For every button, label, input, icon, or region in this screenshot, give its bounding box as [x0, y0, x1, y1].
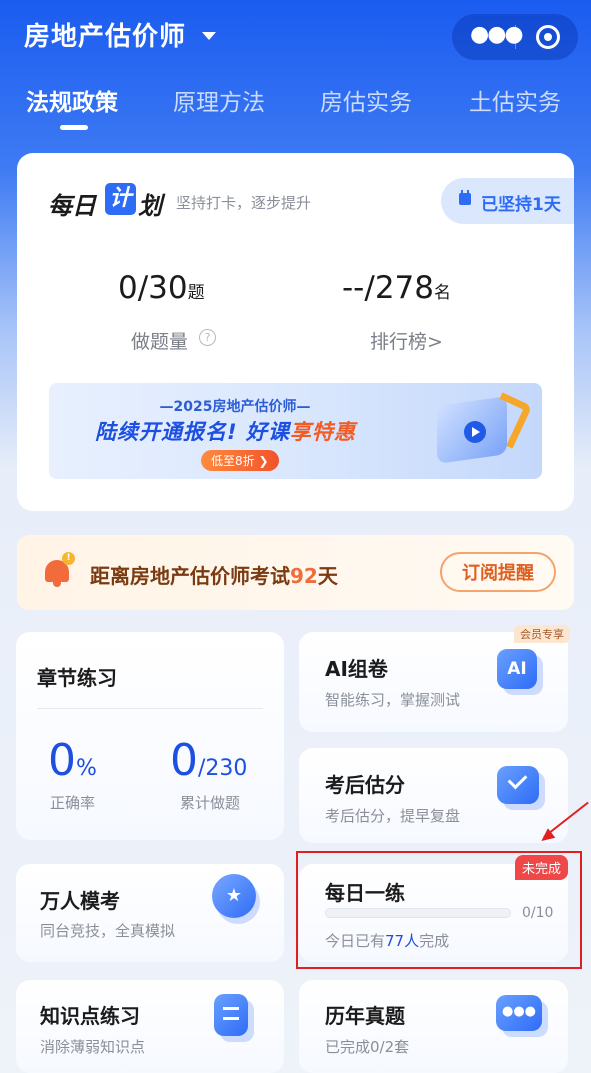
ai-paper-subtitle: 智能练习，掌握测试	[325, 691, 461, 709]
score-estimate-title: 考后估分	[325, 773, 405, 797]
member-only-badge: 会员专享	[514, 625, 570, 643]
cumulative-done-label: 累计做题	[180, 794, 241, 812]
tab-regulations[interactable]: 法规政策	[26, 83, 118, 117]
accuracy-value: 0%	[48, 735, 97, 786]
questions-done-number: 0/30	[118, 270, 188, 306]
countdown-days: 92	[290, 564, 318, 588]
checklist-icon	[497, 766, 539, 804]
chevron-down-icon[interactable]	[202, 32, 216, 40]
streak-badge[interactable]: 已坚持1天	[441, 178, 574, 224]
accuracy-unit: %	[76, 756, 97, 781]
plan-title-part: 划	[138, 192, 162, 220]
accuracy-label: 正确率	[50, 794, 96, 812]
rank-value[interactable]: --/278名	[342, 270, 451, 306]
tab-principles[interactable]: 原理方法	[173, 83, 265, 117]
banner-slogan-highlight: 享特惠	[289, 420, 356, 444]
plan-subtitle: 坚持打卡，逐步提升	[176, 194, 312, 212]
capsule-divider	[515, 25, 516, 49]
past-papers-title: 历年真题	[325, 1004, 405, 1028]
chat-bubble-icon: ●●●	[496, 995, 542, 1031]
subscribe-reminder-button[interactable]: 订阅提醒	[440, 552, 556, 592]
medal-icon: ★	[212, 874, 256, 918]
rank-unit: 名	[434, 283, 451, 303]
more-dots-icon[interactable]: ●●●	[470, 22, 524, 47]
mini-program-capsule: ●●●	[452, 14, 578, 60]
questions-done-unit: 题	[187, 283, 205, 303]
help-icon[interactable]: ?	[199, 329, 216, 346]
countdown-suffix: 天	[317, 564, 338, 588]
plan-title-part: 每日	[48, 192, 96, 220]
tab-land-practice[interactable]: 土估实务	[469, 83, 561, 117]
cumulative-done-number: 0	[170, 735, 198, 786]
past-papers-subtitle: 已完成0/2套	[325, 1038, 410, 1056]
banner-slogan-text: 陆续开通报名! 好课	[95, 420, 290, 444]
annotation-highlight-box	[296, 851, 582, 969]
active-tab-indicator	[60, 125, 88, 130]
calendar-icon	[459, 190, 471, 205]
questions-done-value[interactable]: 0/30题	[118, 270, 205, 306]
target-icon[interactable]	[536, 25, 560, 49]
accuracy-number: 0	[48, 735, 76, 786]
streak-text: 已坚持1天	[481, 195, 561, 215]
ai-icon: AI	[497, 649, 537, 689]
knowledge-practice-title: 知识点练习	[40, 1004, 140, 1028]
plan-title-highlight: 计	[105, 183, 136, 215]
ai-paper-title: AI组卷	[325, 657, 388, 681]
discount-pill: 低至8折 ❯	[201, 450, 279, 471]
mock-exam-subtitle: 同台竞技，全真模拟	[40, 922, 176, 940]
divider	[37, 708, 263, 709]
tab-house-practice[interactable]: 房估实务	[320, 83, 412, 117]
rank-number: --/278	[342, 270, 434, 306]
promo-banner[interactable]: —2025房地产估价师— 陆续开通报名! 好课享特惠 低至8折 ❯	[49, 383, 542, 479]
bell-icon: !	[42, 552, 75, 587]
score-estimate-subtitle: 考后估分，提早复盘	[325, 807, 461, 825]
countdown-text: 距离房地产估价师考试92天	[90, 560, 338, 589]
banner-slogan: 陆续开通报名! 好课享特惠	[95, 416, 356, 446]
countdown-prefix: 距离房地产估价师考试	[90, 564, 290, 588]
chapter-practice-title: 章节练习	[37, 666, 117, 690]
leaderboard-link[interactable]: 排行榜>	[370, 327, 443, 354]
mock-exam-title: 万人模考	[40, 889, 120, 913]
list-icon	[214, 994, 248, 1036]
questions-done-label[interactable]: 做题量	[131, 327, 188, 354]
knowledge-practice-subtitle: 消除薄弱知识点	[40, 1038, 146, 1056]
cumulative-done-total: /230	[198, 756, 248, 781]
cumulative-done-value: 0/230	[170, 735, 247, 786]
banner-headline: —2025房地产估价师—	[159, 399, 311, 415]
app-title[interactable]: 房地产估价师	[24, 16, 186, 53]
